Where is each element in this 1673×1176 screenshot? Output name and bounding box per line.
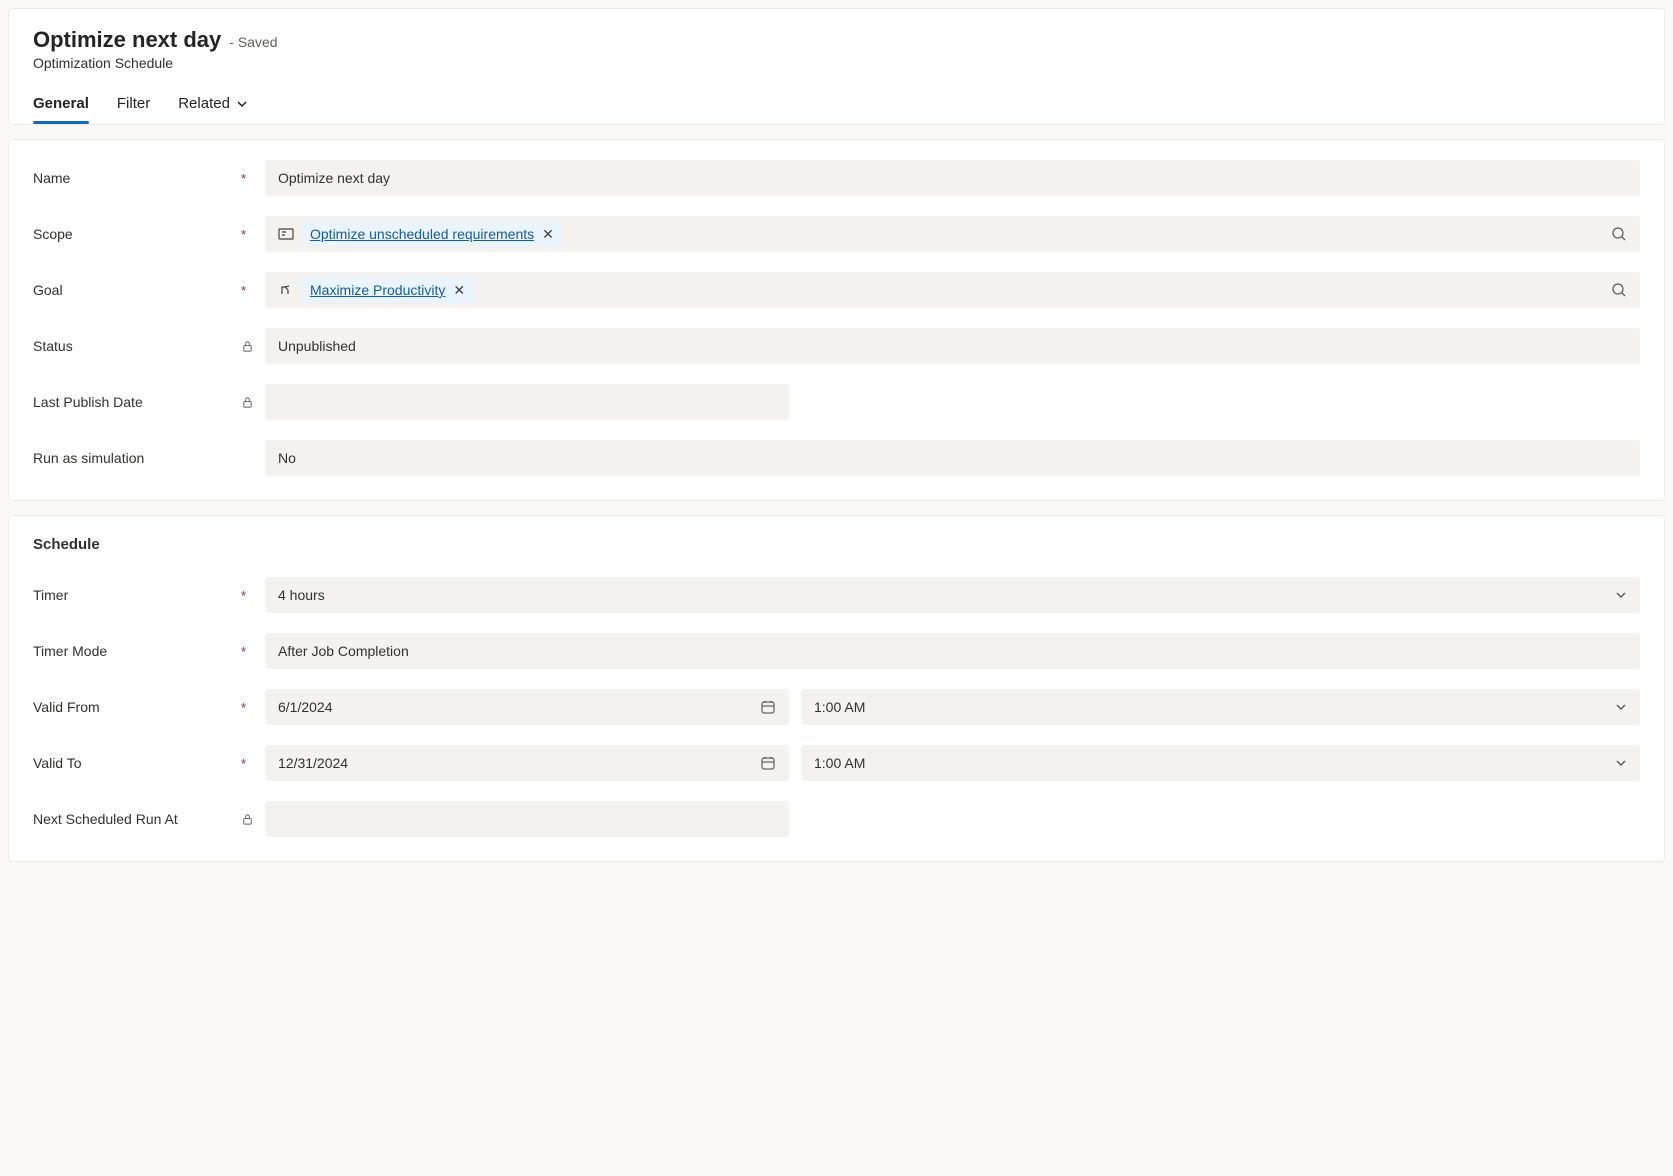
field-run-as-simulation: Run as simulation No [33, 440, 1640, 476]
goal-lookup[interactable]: Maximize Productivity ✕ [265, 272, 1640, 308]
label-goal: Goal [33, 282, 241, 298]
tab-general[interactable]: General [33, 95, 89, 124]
tab-list: General Filter Related [33, 95, 1640, 124]
chevron-down-icon [1615, 701, 1627, 713]
section-schedule: Schedule Timer * 4 hours Timer Mode * Af… [8, 515, 1665, 862]
lock-icon [241, 340, 254, 353]
form-header: Optimize next day - Saved Optimization S… [8, 8, 1665, 125]
schedule-section-title: Schedule [33, 536, 1640, 553]
required-icon: * [241, 588, 246, 603]
valid-to-time-select[interactable]: 1:00 AM [801, 745, 1640, 781]
label-last-publish: Last Publish Date [33, 394, 241, 410]
chevron-down-icon [1615, 757, 1627, 769]
required-icon: * [241, 227, 246, 242]
required-icon: * [241, 171, 246, 186]
save-state: - Saved [229, 34, 277, 50]
label-scope: Scope [33, 226, 241, 242]
timer-mode-input[interactable]: After Job Completion [265, 633, 1640, 669]
field-scope: Scope * Optimize unscheduled requirement… [33, 216, 1640, 252]
scope-tag: Optimize unscheduled requirements ✕ [302, 221, 562, 247]
tab-related[interactable]: Related [178, 95, 248, 124]
scope-lookup[interactable]: Optimize unscheduled requirements ✕ [265, 216, 1640, 252]
last-publish-value [265, 384, 789, 420]
lock-icon [241, 396, 254, 409]
tab-filter[interactable]: Filter [117, 95, 150, 124]
entity-name: Optimization Schedule [33, 55, 1640, 71]
label-valid-from: Valid From [33, 699, 241, 715]
required-icon: * [241, 283, 246, 298]
page-title: Optimize next day [33, 27, 221, 53]
calendar-icon[interactable] [760, 755, 776, 771]
search-icon[interactable] [1611, 226, 1627, 242]
goal-link[interactable]: Maximize Productivity [310, 282, 445, 298]
label-name: Name [33, 170, 241, 186]
run-as-simulation-input[interactable]: No [265, 440, 1640, 476]
label-timer-mode: Timer Mode [33, 643, 241, 659]
label-status: Status [33, 338, 241, 354]
lock-icon [241, 813, 254, 826]
valid-from-date-input[interactable]: 6/1/2024 [265, 689, 789, 725]
label-timer: Timer [33, 587, 241, 603]
label-valid-to: Valid To [33, 755, 241, 771]
goal-remove-icon[interactable]: ✕ [453, 283, 465, 297]
timer-select[interactable]: 4 hours [265, 577, 1640, 613]
field-name: Name * Optimize next day [33, 160, 1640, 196]
valid-from-time-select[interactable]: 1:00 AM [801, 689, 1640, 725]
section-general: Name * Optimize next day Scope * Optimiz… [8, 139, 1665, 501]
goal-tag: Maximize Productivity ✕ [302, 277, 473, 303]
status-value: Unpublished [265, 328, 1640, 364]
field-timer-mode: Timer Mode * After Job Completion [33, 633, 1640, 669]
required-icon: * [241, 756, 246, 771]
label-run-as-simulation: Run as simulation [33, 450, 241, 466]
field-goal: Goal * Maximize Productivity ✕ [33, 272, 1640, 308]
required-icon: * [241, 644, 246, 659]
chevron-down-icon [1615, 589, 1627, 601]
next-run-value [265, 801, 789, 837]
required-icon: * [241, 700, 246, 715]
field-valid-to: Valid To * 12/31/2024 1:00 AM [33, 745, 1640, 781]
label-next-run: Next Scheduled Run At [33, 811, 241, 827]
valid-to-date-input[interactable]: 12/31/2024 [265, 745, 789, 781]
scope-entity-icon [278, 226, 294, 242]
field-status: Status Unpublished [33, 328, 1640, 364]
search-icon[interactable] [1611, 282, 1627, 298]
field-next-run: Next Scheduled Run At [33, 801, 1640, 837]
name-input[interactable]: Optimize next day [265, 160, 1640, 196]
field-timer: Timer * 4 hours [33, 577, 1640, 613]
scope-link[interactable]: Optimize unscheduled requirements [310, 226, 534, 242]
scope-remove-icon[interactable]: ✕ [542, 227, 554, 241]
calendar-icon[interactable] [760, 699, 776, 715]
field-last-publish: Last Publish Date [33, 384, 1640, 420]
chevron-down-icon [236, 98, 248, 110]
goal-entity-icon [278, 282, 294, 298]
field-valid-from: Valid From * 6/1/2024 1:00 AM [33, 689, 1640, 725]
